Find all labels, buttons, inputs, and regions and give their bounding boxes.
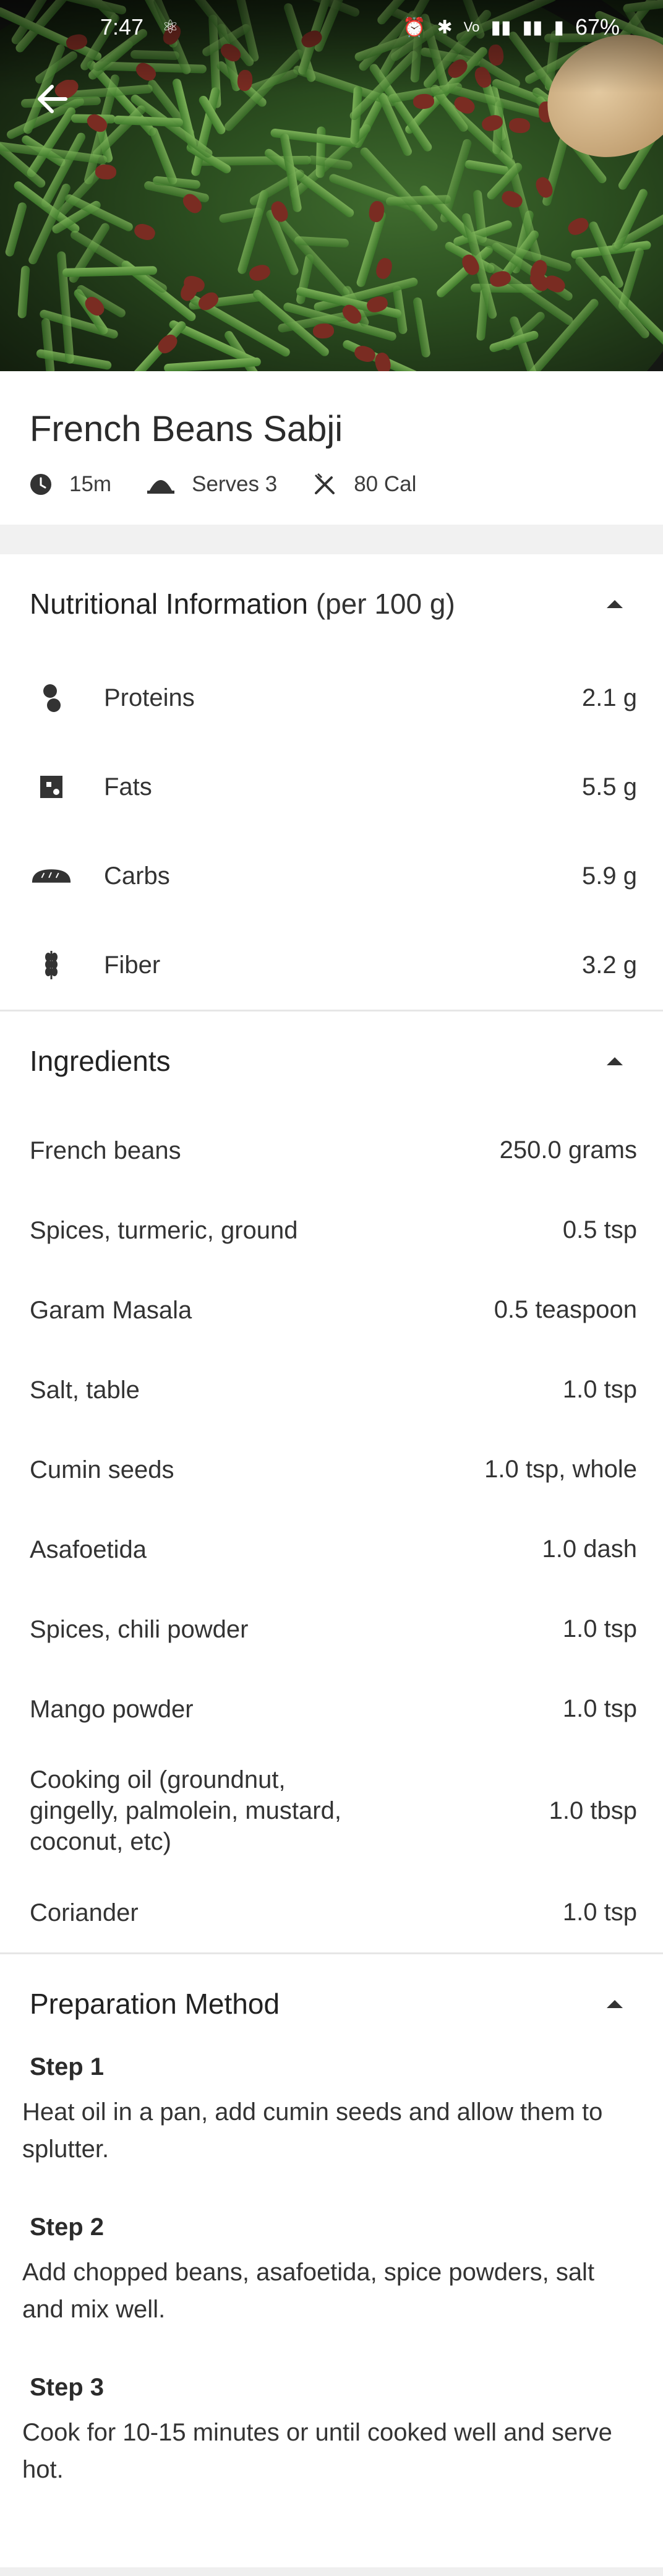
ingredient-name: Garam Masala (30, 1296, 192, 1324)
ingredient-row: Spices, chili powder 1.0 tsp (0, 1589, 663, 1669)
ingredient-row: Cooking oil (groundnut, gingelly, palmol… (0, 1749, 663, 1873)
back-arrow-icon (38, 85, 67, 113)
ingredient-qty: 1.0 tsp (562, 1376, 637, 1403)
nutrition-value: 2.1 g (582, 684, 637, 711)
tomato-shape (95, 164, 117, 180)
nutrition-label: Fiber (104, 951, 161, 979)
meta-time-text: 15m (69, 472, 112, 496)
ingredient-name: Cumin seeds (30, 1456, 174, 1483)
ingredient-qty: 1.0 dash (542, 1535, 637, 1563)
recipe-hero-image: 7:47 ⚛ ⏰ ✱ Vo ▮▮ ▮▮ ▮ 67% (0, 0, 663, 371)
status-time: 7:47 (100, 14, 144, 40)
bread-icon (30, 867, 73, 885)
battery-icon: ▮ (554, 17, 564, 38)
ingredient-qty: 1.0 tsp (562, 1899, 637, 1926)
meta-calories: 80 Cal (313, 472, 416, 497)
method-step: Step 1 Heat oil in a pan, add cumin seed… (22, 2053, 633, 2168)
ingredient-name: Mango powder (30, 1695, 194, 1723)
serving-dome-icon (147, 480, 175, 494)
nutrition-label: Carbs (104, 862, 170, 890)
ingredients-list: French beans 250.0 grams Spices, turmeri… (0, 1110, 663, 1952)
tomato-shape (508, 117, 531, 134)
ingredient-qty: 250.0 grams (499, 1136, 637, 1164)
step-text: Cook for 10-15 minutes or until cooked w… (22, 2419, 612, 2483)
ingredient-qty: 1.0 tsp (562, 1615, 637, 1642)
fork-knife-icon (315, 473, 335, 494)
bean-icon (30, 683, 73, 713)
ingredient-name: Salt, table (30, 1376, 140, 1404)
ingredient-name: Asafoetida (30, 1535, 147, 1563)
method-title: Preparation Method (30, 1988, 280, 2020)
recipe-title: French Beans Sabji (30, 409, 343, 449)
signal-4g-icon: ▮▮ (522, 17, 543, 38)
ingredient-row: Cumin seeds 1.0 tsp, whole (0, 1430, 663, 1509)
recipe-header: French Beans Sabji 15m Serves 3 80 Cal (0, 371, 663, 525)
method-step: Step 2 Add chopped beans, asafoetida, sp… (22, 2213, 633, 2328)
ingredient-row: Salt, table 1.0 tsp (0, 1350, 663, 1430)
nutrition-title: Nutritional Information (per 100 g) (30, 587, 455, 620)
meta-serves: Serves 3 (147, 472, 277, 497)
status-bar: 7:47 ⚛ ⏰ ✱ Vo ▮▮ ▮▮ ▮ 67% (0, 0, 663, 43)
collapse-caret-icon[interactable] (596, 1042, 633, 1080)
bottom-edge (0, 2567, 663, 2576)
status-icons: ⏰ ✱ Vo ▮▮ ▮▮ ▮ 67% (403, 14, 620, 40)
step-title: Step 2 (30, 2213, 105, 2241)
volte-icon: Vo (463, 19, 480, 35)
meta-time: 15m (30, 472, 111, 497)
ingredient-row: Garam Masala 0.5 teaspoon (0, 1270, 663, 1350)
ingredient-qty: 0.5 tsp (562, 1216, 637, 1243)
ingredients-header[interactable]: Ingredients (0, 1011, 663, 1110)
alarm-icon: ⏰ (403, 17, 426, 38)
battery-level: 67% (575, 14, 620, 40)
ingredient-name: Coriander (30, 1899, 139, 1926)
clock-icon (30, 474, 51, 495)
nutrition-row-fiber: Fiber 3.2 g (0, 921, 663, 1010)
ingredient-qty: 1.0 tsp, whole (484, 1456, 637, 1483)
section-gap (0, 525, 663, 554)
nutrition-label: Fats (104, 773, 152, 801)
ingredient-name: Spices, chili powder (30, 1615, 249, 1643)
ingredient-name: French beans (30, 1136, 181, 1164)
ingredient-name: Cooking oil (groundnut, gingelly, palmol… (30, 1766, 341, 1855)
ingredient-qty: 1.0 tsp (562, 1695, 637, 1722)
recipe-meta: 15m Serves 3 80 Cal (30, 472, 633, 497)
ingredient-name: Spices, turmeric, ground (30, 1216, 298, 1244)
back-button[interactable] (30, 77, 74, 121)
nutrition-row-proteins: Proteins 2.1 g (0, 653, 663, 742)
step-title: Step 3 (30, 2374, 105, 2401)
ingredient-row: Mango powder 1.0 tsp (0, 1669, 663, 1749)
meta-calories-text: 80 Cal (354, 472, 417, 496)
grain-icon (30, 950, 73, 981)
signal-icon: ▮▮ (490, 17, 511, 38)
bluetooth-icon: ✱ (437, 17, 453, 38)
nutrition-value: 5.5 g (582, 773, 637, 801)
collapse-caret-icon[interactable] (596, 1985, 633, 2022)
ingredient-qty: 0.5 teaspoon (494, 1296, 637, 1323)
method-steps: Step 1 Heat oil in a pan, add cumin seed… (0, 2053, 663, 2488)
ingredient-row: Asafoetida 1.0 dash (0, 1509, 663, 1589)
step-title: Step 1 (30, 2053, 105, 2080)
ingredient-row: Coriander 1.0 tsp (0, 1873, 663, 1952)
nutrition-subtitle: (per 100 g) (315, 588, 455, 620)
step-text: Add chopped beans, asafoetida, spice pow… (22, 2259, 595, 2323)
nutrition-title-text: Nutritional Information (30, 588, 308, 620)
nutrition-row-carbs: Carbs 5.9 g (0, 831, 663, 921)
method-header[interactable]: Preparation Method (0, 1954, 663, 2053)
meta-serves-text: Serves 3 (192, 472, 278, 496)
nutrition-value: 5.9 g (582, 862, 637, 890)
nutrition-header[interactable]: Nutritional Information (per 100 g) (0, 554, 663, 653)
ingredients-title: Ingredients (30, 1045, 171, 1077)
fat-icon (30, 773, 73, 801)
notification-icon: ⚛ (162, 17, 179, 38)
ingredient-row: French beans 250.0 grams (0, 1110, 663, 1190)
collapse-caret-icon[interactable] (596, 585, 633, 622)
step-text: Heat oil in a pan, add cumin seeds and a… (22, 2098, 603, 2163)
ingredient-qty: 1.0 tbsp (549, 1797, 637, 1824)
nutrition-label: Proteins (104, 684, 195, 711)
method-step: Step 3 Cook for 10-15 minutes or until c… (22, 2374, 633, 2488)
ingredient-row: Spices, turmeric, ground 0.5 tsp (0, 1190, 663, 1270)
nutrition-row-fats: Fats 5.5 g (0, 742, 663, 831)
nutrition-value: 3.2 g (582, 951, 637, 979)
